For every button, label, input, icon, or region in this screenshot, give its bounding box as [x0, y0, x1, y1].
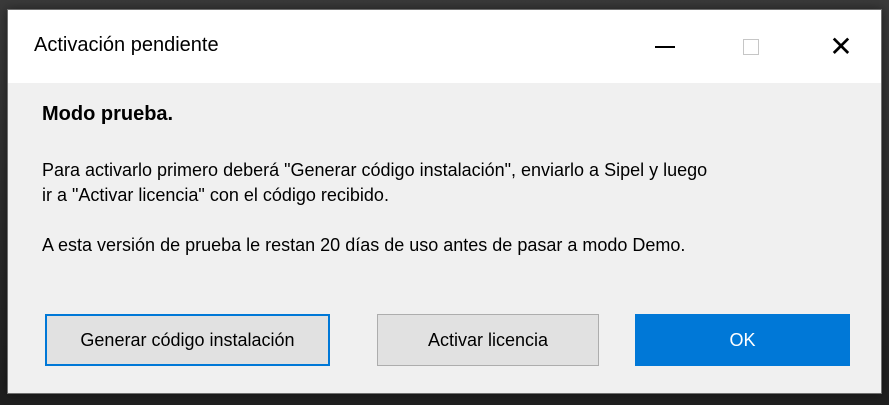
ok-button[interactable]: OK — [635, 314, 850, 366]
activate-license-button[interactable]: Activar licencia — [377, 314, 599, 366]
trial-notice: A esta versión de prueba le restan 20 dí… — [42, 235, 686, 255]
window-title: Activación pendiente — [34, 34, 219, 56]
minimize-icon — [655, 45, 675, 48]
title-bar[interactable]: Activación pendiente ✕ — [8, 10, 881, 83]
close-icon: ✕ — [829, 31, 853, 62]
maximize-icon — [743, 38, 759, 55]
close-button[interactable]: ✕ — [807, 10, 875, 83]
dialog-message: Para activarlo primero deberá "Generar c… — [42, 160, 708, 205]
generate-code-button[interactable]: Generar código instalación — [45, 314, 330, 366]
dialog-heading: Modo prueba. — [42, 103, 174, 125]
activation-dialog: Activación pendiente ✕ Modo prueba. Para… — [7, 9, 882, 394]
maximize-button — [717, 10, 785, 83]
minimize-button[interactable] — [631, 10, 699, 83]
